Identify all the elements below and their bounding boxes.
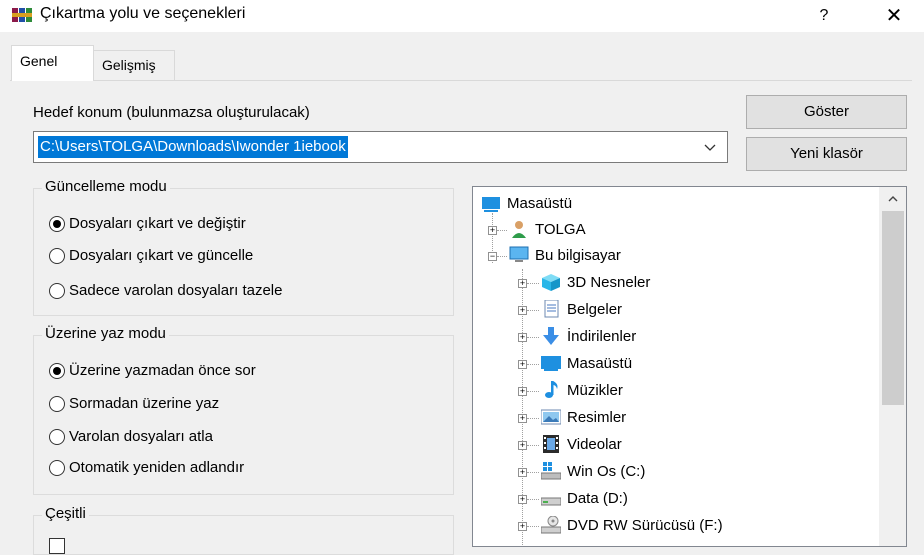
expand-icon[interactable]: + (518, 495, 527, 504)
expand-icon[interactable]: + (488, 226, 497, 235)
desktop-icon (541, 356, 561, 371)
misc-group (33, 515, 454, 555)
target-path-combobox[interactable]: C:\Users\TOLGA\Downloads\Iwonder 1iebook (33, 131, 728, 163)
winrar-icon (12, 8, 32, 22)
target-path-label: Hedef konum (bulunmazsa oluşturulacak) (33, 104, 310, 121)
window-title: Çıkartma yolu ve seçenekleri (40, 5, 246, 22)
update-mode-legend: Güncelleme modu (42, 178, 170, 195)
expand-icon[interactable]: + (518, 468, 527, 477)
overwrite-mode-legend: Üzerine yaz modu (42, 325, 169, 342)
film-icon (543, 435, 559, 453)
tab-strip-divider (10, 80, 912, 81)
target-path-value[interactable]: C:\Users\TOLGA\Downloads\Iwonder 1iebook (38, 136, 348, 158)
download-icon (543, 327, 559, 345)
radio-button[interactable] (49, 429, 65, 445)
music-icon (545, 381, 558, 398)
tab-genel[interactable]: Genel (11, 45, 94, 81)
desktop-icon (482, 197, 500, 212)
folder-tree[interactable]: Masaüstü + TOLGA − Bu bilgisayar + 3D Ne… (472, 186, 907, 547)
expand-icon[interactable]: + (518, 522, 527, 531)
expand-icon[interactable]: + (518, 306, 527, 315)
radio-button[interactable] (49, 363, 65, 379)
close-icon: ✕ (885, 5, 903, 27)
close-button[interactable]: ✕ (864, 0, 924, 32)
expand-icon[interactable]: + (518, 360, 527, 369)
title-bar: Çıkartma yolu ve seçenekleri ? ✕ (0, 0, 924, 32)
expand-icon[interactable]: + (518, 279, 527, 288)
image-icon (541, 409, 561, 425)
tree-scrollbar[interactable] (879, 187, 906, 546)
drive-icon (541, 497, 561, 506)
document-icon (544, 300, 559, 318)
scroll-thumb[interactable] (882, 211, 904, 405)
new-folder-button[interactable]: Yeni klasör (746, 137, 907, 171)
misc-checkbox[interactable] (49, 538, 65, 554)
expand-icon[interactable]: + (518, 441, 527, 450)
expand-icon[interactable]: + (518, 333, 527, 342)
radio-button[interactable] (49, 216, 65, 232)
chevron-down-icon[interactable] (703, 138, 717, 158)
user-icon (512, 221, 526, 238)
radio-button[interactable] (49, 248, 65, 264)
chevron-up-icon (888, 196, 898, 202)
scroll-up-button[interactable] (879, 187, 906, 211)
show-button[interactable]: Göster (746, 95, 907, 129)
collapse-icon[interactable]: − (488, 252, 497, 261)
radio-button[interactable] (49, 396, 65, 412)
radio-button[interactable] (49, 460, 65, 476)
dvd-drive-icon (541, 516, 561, 534)
misc-legend: Çeşitli (42, 505, 89, 522)
cube-icon (542, 274, 560, 291)
tab-gelismis[interactable]: Gelişmiş (93, 50, 175, 80)
help-button[interactable]: ? (800, 0, 848, 32)
system-drive-icon (541, 462, 561, 480)
computer-icon (509, 246, 529, 262)
expand-icon[interactable]: + (518, 414, 527, 423)
radio-button[interactable] (49, 283, 65, 299)
expand-icon[interactable]: + (518, 387, 527, 396)
